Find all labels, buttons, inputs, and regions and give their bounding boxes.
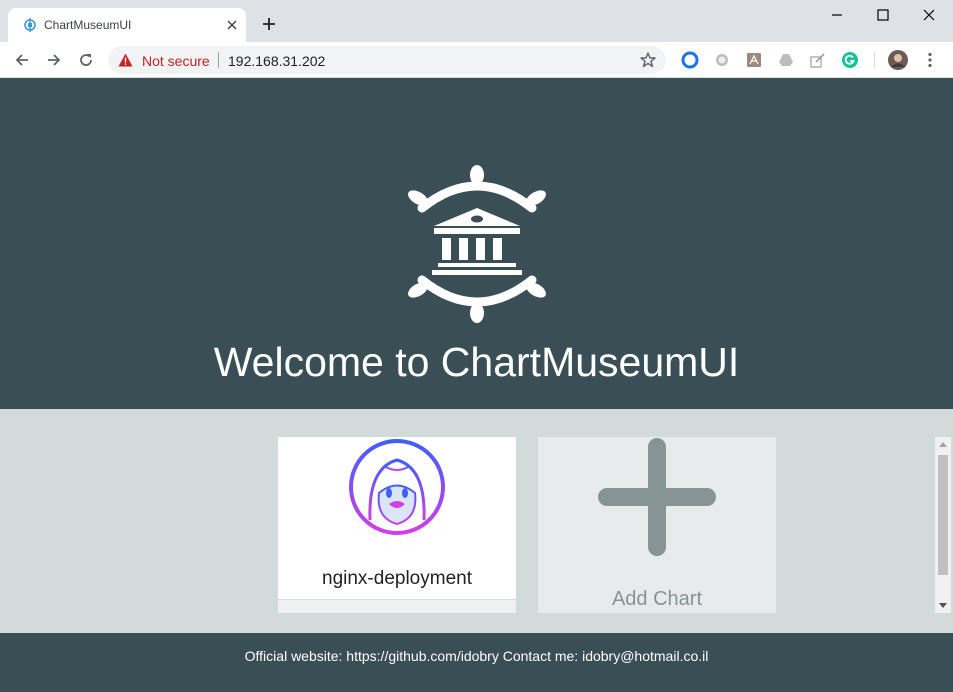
- plus-icon-bar: [598, 488, 716, 506]
- window-close-icon[interactable]: [906, 3, 952, 27]
- circle-blue-icon[interactable]: [681, 51, 699, 69]
- bookmark-star-icon[interactable]: [639, 51, 657, 69]
- back-arrow-icon[interactable]: [10, 48, 34, 72]
- kebab-menu-icon[interactable]: [921, 51, 939, 69]
- toolbar-separator: [874, 52, 875, 68]
- tab-strip: ChartMuseumUI: [0, 0, 953, 42]
- security-status[interactable]: Not secure: [142, 53, 210, 69]
- url-separator: [218, 52, 219, 68]
- profile-avatar-icon[interactable]: [888, 50, 908, 70]
- footer-text: Official website: https://github.com/ido…: [244, 648, 709, 664]
- hero-banner: Welcome to ChartMuseumUI: [0, 78, 953, 409]
- browser-tab[interactable]: ChartMuseumUI: [8, 8, 246, 42]
- reload-icon[interactable]: [74, 48, 98, 72]
- browser-toolbar: Not secure 192.168.31.202: [0, 42, 953, 78]
- page-footer: Official website: https://github.com/ido…: [0, 633, 953, 692]
- add-chart-label[interactable]: Add Chart: [538, 588, 776, 611]
- chartmuseum-logo-icon: [408, 165, 546, 323]
- minimize-icon[interactable]: [814, 3, 860, 27]
- scrollbar[interactable]: [935, 437, 951, 613]
- drive-icon[interactable]: [777, 51, 795, 69]
- edit-icon[interactable]: [809, 51, 827, 69]
- new-tab-icon[interactable]: [259, 14, 279, 34]
- pdf-icon[interactable]: [745, 51, 763, 69]
- scroll-down-icon[interactable]: [935, 599, 951, 613]
- scrollbar-thumb[interactable]: [938, 455, 948, 575]
- penguin-avatar-icon: [349, 439, 445, 535]
- add-chart-button[interactable]: Add Chart: [538, 437, 776, 613]
- grammarly-icon[interactable]: [841, 51, 859, 69]
- card-footer: [278, 599, 516, 613]
- charts-grid: nginx-deployment Add Chart: [0, 409, 953, 633]
- circle-grey-icon[interactable]: [713, 51, 731, 69]
- chartmuseum-favicon-icon: [24, 18, 36, 32]
- chart-name[interactable]: nginx-deployment: [278, 568, 516, 590]
- warning-icon: [118, 53, 133, 67]
- scroll-up-icon[interactable]: [935, 437, 951, 451]
- forward-arrow-icon[interactable]: [42, 48, 66, 72]
- tab-title: ChartMuseumUI: [44, 18, 132, 32]
- url-text[interactable]: 192.168.31.202: [228, 53, 325, 69]
- maximize-icon[interactable]: [860, 3, 906, 27]
- page-title: Welcome to ChartMuseumUI: [213, 339, 740, 385]
- address-bar[interactable]: Not secure 192.168.31.202: [108, 46, 666, 74]
- tab-close-icon[interactable]: [224, 17, 240, 33]
- chart-card[interactable]: nginx-deployment: [278, 437, 516, 613]
